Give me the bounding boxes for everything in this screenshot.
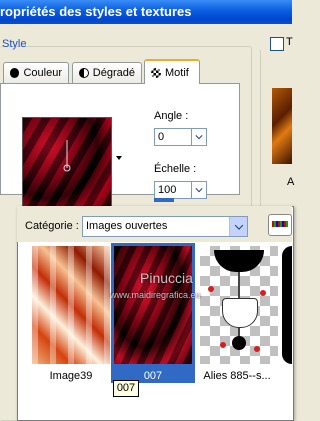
watermark-url: www.maidiregrafica.eu: [110, 290, 201, 300]
color-circle-icon: [10, 68, 20, 78]
pattern-label-alies: Alies 885--s...: [203, 370, 271, 382]
category-select[interactable]: Images ouvertes: [82, 216, 248, 237]
pattern-thumb-partial[interactable]: [282, 246, 292, 364]
right-partial-label: A: [287, 176, 295, 188]
tab-degrade-label: Dégradé: [92, 67, 135, 79]
chevron-down-icon: [234, 220, 243, 230]
category-dropdown-button[interactable]: [229, 217, 247, 236]
texture-checkbox-label: T: [286, 36, 293, 48]
scale-slider-button[interactable]: [191, 181, 207, 199]
category-value: Images ouvertes: [86, 220, 168, 232]
scale-value[interactable]: 100: [158, 184, 176, 196]
category-label: Catégorie :: [25, 220, 79, 232]
pattern-thumb-007[interactable]: [114, 246, 192, 364]
angle-value[interactable]: 0: [158, 131, 164, 143]
angle-label: Angle :: [154, 110, 189, 122]
pattern-preview[interactable]: [22, 117, 112, 214]
pattern-icon: [151, 67, 161, 78]
scale-slider-bar[interactable]: [154, 198, 174, 202]
palette-options-button[interactable]: [268, 214, 292, 236]
texture-preview[interactable]: [272, 88, 292, 164]
tab-couleur[interactable]: Couleur: [3, 62, 69, 83]
angle-slider-chevron-icon: [195, 132, 203, 140]
texture-checkbox[interactable]: [270, 37, 284, 51]
tab-degrade[interactable]: Dégradé: [72, 62, 142, 83]
title-bar: ropriétés des styles et textures: [0, 0, 292, 24]
angle-slider-button[interactable]: [191, 128, 207, 146]
window-title: ropriétés des styles et textures: [0, 4, 192, 19]
scale-label: Échelle :: [154, 163, 197, 175]
tooltip: 007: [113, 380, 139, 397]
pattern-thumb-alies[interactable]: [200, 246, 278, 364]
watermark-name: Pinuccia: [140, 270, 193, 286]
preview-dropdown-arrow-icon[interactable]: [116, 156, 122, 160]
gradient-icon: [79, 68, 89, 78]
style-group-label: Style: [2, 38, 27, 50]
palette-icon: [272, 221, 288, 227]
tab-couleur-label: Couleur: [23, 67, 62, 79]
tab-motif[interactable]: Motif: [144, 59, 200, 84]
crosshair-icon: [63, 140, 71, 172]
pattern-label-image39: Image39: [49, 370, 93, 382]
pattern-thumb-image39[interactable]: [32, 246, 110, 364]
tab-motif-label: Motif: [165, 66, 189, 79]
scale-slider-chevron-icon: [195, 185, 203, 193]
